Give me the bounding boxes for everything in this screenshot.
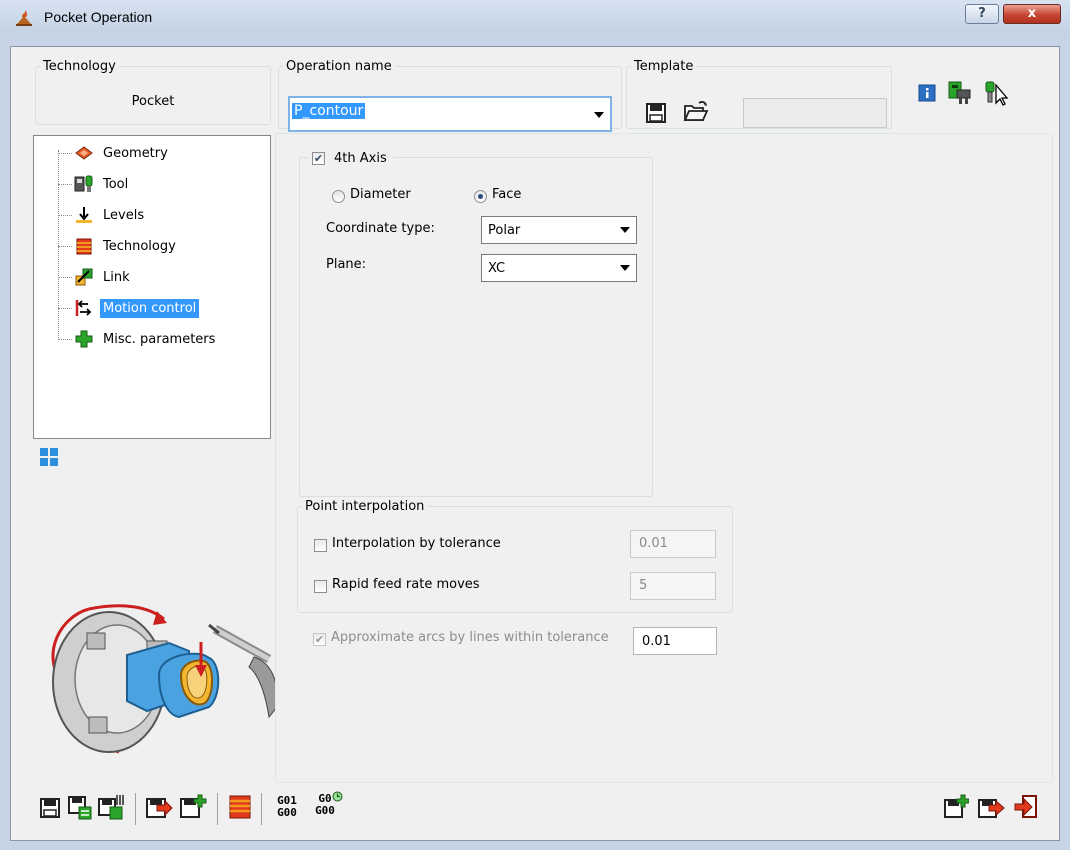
chevron-down-icon (620, 227, 630, 233)
point-interpolation-group: Point interpolation Interpolation by tol… (297, 499, 733, 613)
g00-label: G00 (277, 806, 297, 819)
g0-label: G0 (318, 792, 332, 805)
save-to-library-icon[interactable] (67, 795, 93, 821)
plane-value: XC (488, 261, 506, 276)
help-button[interactable]: ? (965, 4, 999, 24)
toolbar-separator (135, 793, 136, 825)
title-bar[interactable]: Pocket Operation ? x (0, 0, 1070, 34)
tree-item-misc-parameters[interactable]: Misc. parameters (74, 326, 218, 352)
geometry-icon (75, 146, 93, 160)
tree-item-label: Technology (103, 238, 176, 254)
g00-label: G00 (315, 804, 335, 817)
save-template-icon[interactable] (645, 102, 667, 124)
operation-name-combo[interactable]: P_contour (288, 96, 612, 132)
toolbar-separator (261, 793, 262, 825)
misc-parameters-icon (75, 330, 93, 348)
template-legend: Template (634, 59, 694, 74)
technology-legend: Technology (43, 59, 116, 74)
close-button[interactable]: x (1003, 4, 1061, 24)
interpolation-tolerance-checkbox[interactable] (314, 539, 327, 552)
rapid-feed-label: Rapid feed rate moves (332, 577, 480, 592)
tree-item-technology[interactable]: Technology (74, 233, 179, 259)
operation-name-group: Operation name P_contour (278, 59, 622, 132)
tree-item-label: Misc. parameters (103, 331, 216, 347)
tree-item-motion-control[interactable]: Motion control (74, 295, 200, 321)
4th-axis-label: 4th Axis (334, 150, 387, 166)
tree-item-label: Geometry (103, 145, 168, 161)
exit-icon[interactable] (1013, 793, 1039, 821)
dialog-client: Technology Pocket Operation name P_conto… (10, 46, 1060, 841)
tree-item-label: Levels (103, 207, 145, 223)
tree-item-label: Motion control (100, 298, 200, 318)
save-all-icon[interactable] (97, 793, 125, 821)
save-exit-icon[interactable] (977, 793, 1005, 821)
rapid-feed-input[interactable]: 5 (630, 572, 716, 600)
clock-icon (332, 791, 343, 802)
info-icon[interactable] (918, 84, 936, 102)
g0-g00-button[interactable]: G0 G00 (309, 791, 343, 817)
window-title: Pocket Operation (44, 9, 153, 25)
interpolation-tolerance-label: Interpolation by tolerance (332, 536, 501, 551)
plane-select[interactable]: XC (481, 254, 637, 282)
interpolation-tolerance-input[interactable]: 0.01 (630, 530, 716, 558)
tree-item-geometry[interactable]: Geometry (74, 140, 171, 166)
approximate-arcs-input[interactable]: 0.01 (633, 627, 717, 655)
technology-icon (76, 238, 92, 255)
tree-item-tool[interactable]: Tool (74, 171, 131, 197)
approximate-arcs-label: Approximate arcs by lines within toleran… (331, 630, 609, 645)
save-as-new-icon[interactable] (179, 793, 207, 821)
toolbar-separator (217, 793, 218, 825)
open-folder-icon[interactable] (683, 100, 709, 124)
4th-axis-illustration (51, 604, 278, 754)
template-field (743, 98, 887, 128)
tool-icon (74, 175, 93, 192)
coordinate-type-select[interactable]: Polar (481, 216, 637, 244)
rapid-feed-checkbox[interactable] (314, 580, 327, 593)
coordinate-type-label: Coordinate type: (326, 221, 435, 236)
4th-axis-header[interactable]: ✔ 4th Axis (308, 148, 393, 168)
plane-label: Plane: (326, 257, 367, 272)
face-label: Face (492, 187, 522, 202)
tree-item-link[interactable]: Link (74, 264, 133, 290)
save-icon[interactable] (39, 797, 61, 819)
tool-list-icon[interactable] (947, 80, 973, 106)
chevron-down-icon (620, 265, 630, 271)
navigation-tree: Geometry Tool Levels Technology Link Mot… (33, 135, 271, 439)
save-new-exit-icon[interactable] (943, 793, 969, 821)
bottom-toolbar: G01 G00 G0 G00 (11, 779, 1059, 839)
levels-icon (76, 207, 92, 223)
point-interpolation-legend: Point interpolation (305, 499, 425, 514)
dialog-window: Pocket Operation ? x Technology Pocket O… (0, 0, 1070, 850)
approximate-arcs-checkbox[interactable]: ✔ (313, 633, 326, 646)
chevron-down-icon[interactable] (594, 112, 604, 118)
4th-axis-checkbox[interactable]: ✔ (312, 151, 325, 165)
select-tool-cursor-icon[interactable] (983, 79, 1011, 107)
4th-axis-group: ✔ 4th Axis Diameter Face Coordinate type… (299, 148, 653, 497)
tree-item-label: Tool (103, 176, 129, 192)
technology-toolbar-icon[interactable] (227, 793, 253, 821)
diameter-radio[interactable] (332, 190, 345, 203)
link-icon (75, 268, 93, 286)
technology-group: Technology Pocket (35, 59, 271, 125)
tree-item-levels[interactable]: Levels (74, 202, 147, 228)
g01-g00-button[interactable]: G01 G00 (275, 795, 299, 819)
face-radio[interactable] (474, 190, 487, 203)
tree-item-label: Link (103, 269, 130, 285)
operation-name-legend: Operation name (286, 59, 392, 74)
save-and-calculate-icon[interactable] (145, 793, 173, 821)
coordinate-type-value: Polar (488, 223, 521, 238)
operation-name-input[interactable]: P_contour (292, 103, 366, 119)
template-group: Template (626, 59, 892, 129)
app-icon (16, 10, 32, 26)
diameter-label: Diameter (350, 187, 411, 202)
technology-value: Pocket (131, 94, 175, 109)
grid-view-icon[interactable] (39, 447, 59, 467)
motion-control-icon (75, 300, 92, 316)
